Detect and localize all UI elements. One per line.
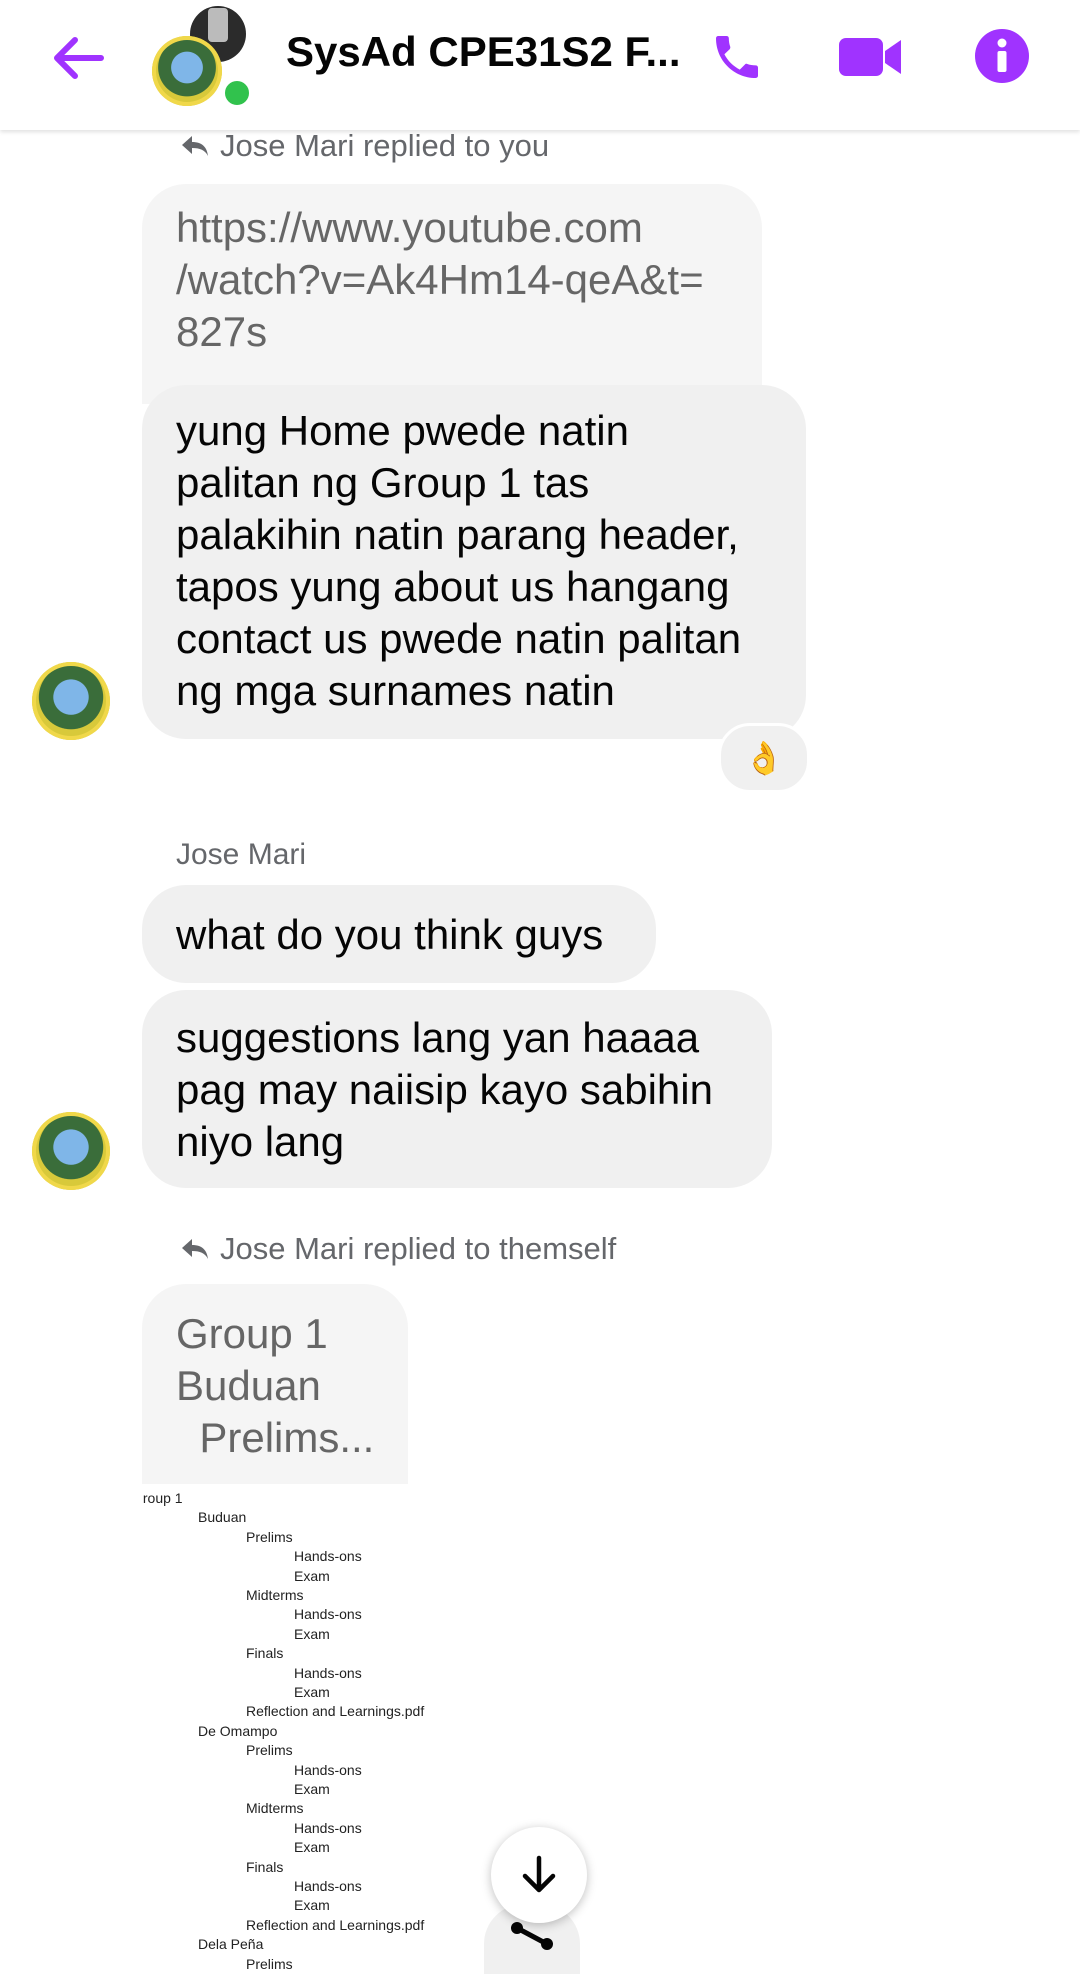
back-button[interactable] [44, 30, 110, 86]
sender-avatar[interactable] [32, 662, 110, 740]
chat-header: SysAd CPE31S2 F... [0, 0, 1080, 130]
document-outline-line: Finals [246, 1858, 284, 1875]
document-outline-line: Prelims [246, 1742, 293, 1759]
reply-arrow-icon [182, 136, 208, 156]
document-outline-line: Finals [246, 1645, 284, 1662]
document-outline-line: Exam [294, 1897, 330, 1914]
message-line: pag may naiisip kayo sabihin [176, 1066, 713, 1113]
message-line: suggestions lang yan haaaa [176, 1014, 700, 1061]
reply-label-text: Jose Mari replied to you [220, 128, 550, 163]
document-outline-line: Exam [294, 1567, 330, 1584]
document-outline-line: Hands-ons [294, 1664, 362, 1681]
info-icon [975, 29, 1029, 83]
quoted-line: /watch?v=Ak4Hm14-qeA&t= [176, 256, 704, 303]
document-outline-line: Exam [294, 1781, 330, 1797]
sender-name: Jose Mari [176, 838, 307, 871]
document-outline-line: Hands-ons [294, 1606, 362, 1623]
phone-icon [716, 36, 758, 78]
document-outline-line: De Omampo [198, 1722, 278, 1739]
message-line: palitan ng Group 1 tas [176, 459, 590, 506]
group-avatar[interactable] [150, 4, 254, 108]
video-call-button[interactable] [836, 28, 904, 86]
document-preview-image[interactable]: Group 1BuduanPrelimsHands-onsExamMidterm… [142, 1484, 482, 1971]
document-outline-line: Midterms [246, 1800, 304, 1817]
message-bubble[interactable]: suggestions lang yan haaaa pag may naiis… [142, 990, 772, 1188]
document-outline-line: Hands-ons [294, 1548, 362, 1565]
message-line: contact us pwede natin palitan [176, 615, 742, 662]
arrow-left-icon [54, 37, 104, 79]
quoted-line: Buduan [176, 1362, 321, 1409]
document-outline-line: Exam [294, 1684, 330, 1700]
message-bubble[interactable]: what do you think guys [142, 885, 656, 983]
document-outline-line: Reflection and Learnings.pdf [246, 1703, 425, 1720]
scroll-to-bottom-button[interactable] [491, 1827, 587, 1923]
quoted-message[interactable]: Group 1 Buduan Prelims... [142, 1284, 408, 1484]
message-reaction[interactable]: 👌 [718, 723, 810, 793]
document-outline-line: Prelims [246, 1528, 293, 1545]
reply-arrow-icon [182, 1239, 208, 1259]
message-line: what do you think guys [176, 911, 604, 958]
video-camera-icon [839, 38, 901, 76]
document-outline-line: Group 1 [142, 1490, 183, 1506]
reply-indicator: Jose Mari replied to you [180, 128, 549, 164]
arrow-down-icon [522, 1855, 556, 1893]
quoted-line: Prelims... [176, 1414, 375, 1461]
message-line: tapos yung about us hangang [176, 563, 730, 610]
message-line: niyo lang [176, 1118, 345, 1165]
avatar-primary [152, 36, 222, 106]
document-outline-line: Reflection and Learnings.pdf [246, 1916, 425, 1933]
info-button[interactable] [972, 26, 1032, 86]
message-line: yung Home pwede natin [176, 407, 629, 454]
document-outline-line: Prelims [246, 1955, 293, 1971]
chat-title[interactable]: SysAd CPE31S2 F... [286, 28, 681, 76]
document-outline-line: Dela Peña [198, 1936, 264, 1953]
sender-avatar[interactable] [32, 1112, 110, 1190]
message-bubble[interactable]: yung Home pwede natin palitan ng Group 1… [142, 385, 806, 739]
call-button[interactable] [706, 26, 768, 88]
document-outline-line: Hands-ons [294, 1761, 362, 1778]
document-outline-line: Exam [294, 1625, 330, 1642]
reply-indicator: Jose Mari replied to themself [180, 1231, 616, 1267]
ok-hand-icon: 👌 [744, 740, 784, 776]
document-outline-line: Exam [294, 1839, 330, 1856]
quoted-line: Group 1 [176, 1310, 328, 1357]
document-outline-line: Midterms [246, 1587, 304, 1603]
document-outline-line: Hands-ons [294, 1819, 362, 1836]
reply-label-text: Jose Mari replied to themself [220, 1231, 617, 1266]
online-status-dot [222, 78, 252, 108]
quoted-line: 827s [176, 308, 268, 355]
document-outline-line: Hands-ons [294, 1878, 362, 1894]
quoted-message[interactable]: https://www.youtube.com /watch?v=Ak4Hm14… [142, 184, 762, 404]
quoted-line: https://www.youtube.com [176, 204, 643, 251]
message-line: ng mga surnames natin [176, 667, 615, 714]
document-outline-line: Buduan [198, 1509, 247, 1526]
message-line: palakihin natin parang header, [176, 511, 739, 558]
